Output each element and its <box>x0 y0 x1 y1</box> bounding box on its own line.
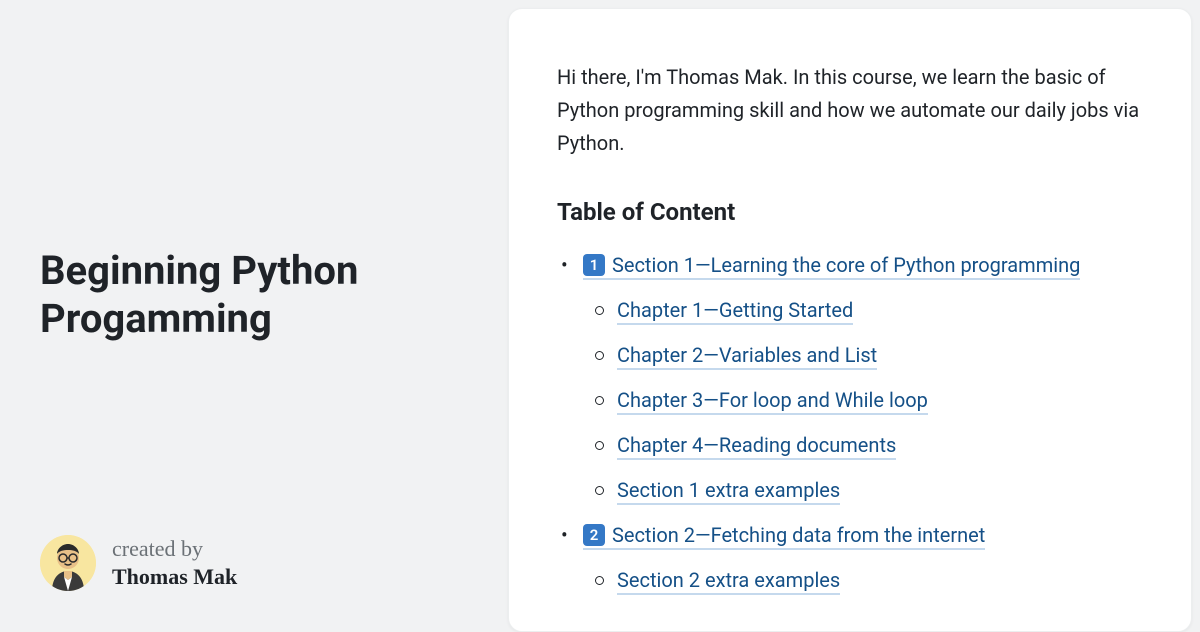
toc-heading: Table of Content <box>557 198 1143 226</box>
toc-chapter-link[interactable]: Section 2 extra examples <box>617 568 840 595</box>
toc-sublist: Chapter 1—Getting Started Chapter 2—Vari… <box>583 295 1143 506</box>
intro-paragraph: Hi there, I'm Thomas Mak. In this course… <box>557 61 1143 160</box>
toc-chapter: Section 1 extra examples <box>583 475 1143 506</box>
toc-chapter-link[interactable]: Section 1 extra examples <box>617 478 840 505</box>
toc-section: 2 Section 2—Fetching data from the inter… <box>557 520 1143 596</box>
toc-chapter-link[interactable]: Chapter 1—Getting Started <box>617 298 853 325</box>
section-badge-icon: 2 <box>583 524 605 546</box>
avatar-illustration-icon <box>40 535 96 591</box>
toc-section-label: Section 1—Learning the core of Python pr… <box>612 253 1080 277</box>
toc-chapter: Chapter 1—Getting Started <box>583 295 1143 326</box>
toc-chapter-link[interactable]: Chapter 4—Reading documents <box>617 433 896 460</box>
toc-sublist: Section 2 extra examples <box>583 565 1143 596</box>
toc-chapter: Section 2 extra examples <box>583 565 1143 596</box>
toc-chapter: Chapter 2—Variables and List <box>583 340 1143 371</box>
creator-label: created by <box>112 535 237 564</box>
creator-block: created by Thomas Mak <box>40 535 237 592</box>
toc-section-label: Section 2—Fetching data from the interne… <box>612 523 985 547</box>
toc-chapter: Chapter 4—Reading documents <box>583 430 1143 461</box>
section-badge-icon: 1 <box>583 254 605 276</box>
creator-text: created by Thomas Mak <box>112 535 237 592</box>
toc-chapter-link[interactable]: Chapter 2—Variables and List <box>617 343 877 370</box>
creator-name: Thomas Mak <box>112 563 237 592</box>
toc-section: 1 Section 1—Learning the core of Python … <box>557 250 1143 506</box>
content-card: Hi there, I'm Thomas Mak. In this course… <box>508 8 1192 632</box>
toc-chapter: Chapter 3—For loop and While loop <box>583 385 1143 416</box>
toc-section-link[interactable]: 2 Section 2—Fetching data from the inter… <box>583 523 985 550</box>
avatar <box>40 535 96 591</box>
toc-list: 1 Section 1—Learning the core of Python … <box>557 250 1143 596</box>
toc-section-link[interactable]: 1 Section 1—Learning the core of Python … <box>583 253 1080 280</box>
left-panel: Beginning Python Progamming created by T… <box>0 0 508 630</box>
toc-chapter-link[interactable]: Chapter 3—For loop and While loop <box>617 388 928 415</box>
page-title: Beginning Python Progamming <box>40 247 468 343</box>
